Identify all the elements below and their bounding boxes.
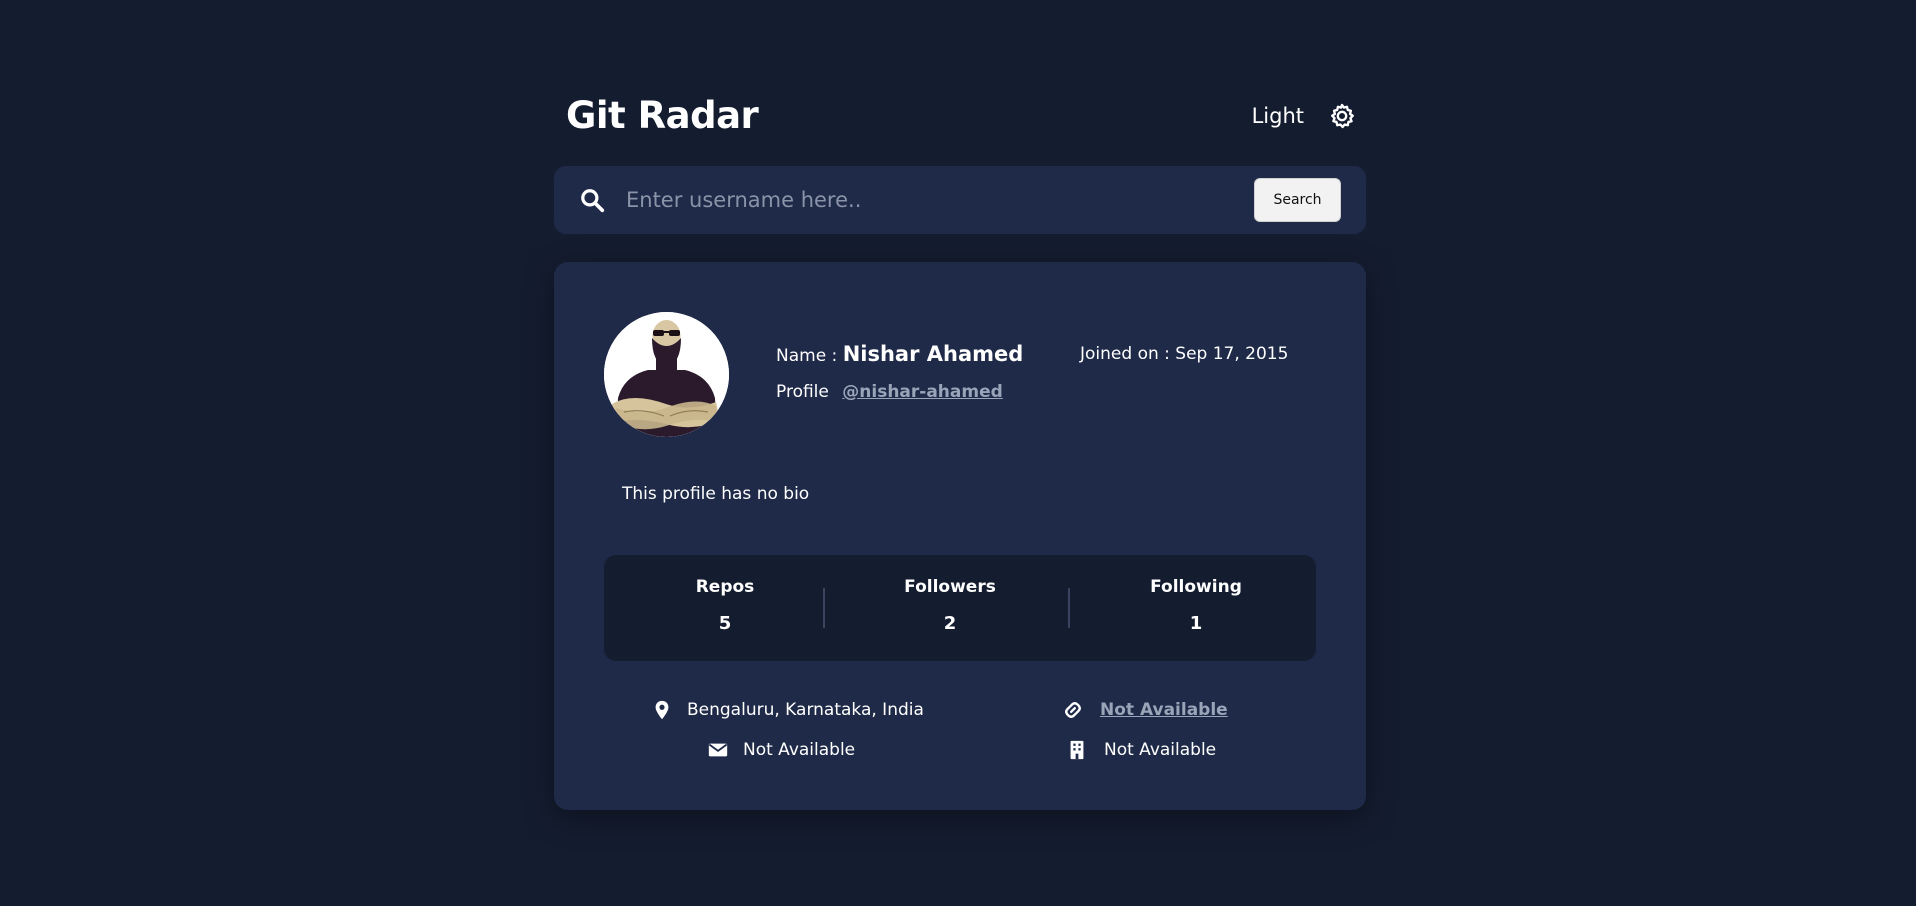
theme-toggle-label: Light xyxy=(1251,104,1304,128)
stat-followers: Followers 2 xyxy=(880,577,1020,634)
header: Git Radar Light xyxy=(554,92,1366,144)
stat-label: Following xyxy=(1150,577,1242,597)
profile-row: Profile @nishar-ahamed xyxy=(776,382,1003,402)
joined-value: Sep 17, 2015 xyxy=(1175,344,1289,364)
gear-icon xyxy=(1328,102,1356,130)
stat-following: Following 1 xyxy=(1126,577,1266,634)
app-logo: Git Radar xyxy=(566,94,759,137)
stat-label: Followers xyxy=(904,577,996,597)
stat-value: 5 xyxy=(718,613,732,634)
user-bio: This profile has no bio xyxy=(622,484,810,504)
building-icon xyxy=(1066,739,1088,761)
profile-card: Name : Nishar Ahamed Profile @nishar-aha… xyxy=(554,262,1366,810)
profile-handle-link[interactable]: @nishar-ahamed xyxy=(842,382,1003,402)
name-label: Name : xyxy=(776,346,838,366)
location-text: Bengaluru, Karnataka, India xyxy=(687,700,924,720)
link-icon xyxy=(1062,699,1084,721)
stat-value: 1 xyxy=(1189,613,1203,634)
location-info: Bengaluru, Karnataka, India xyxy=(651,699,924,721)
website-link[interactable]: Not Available xyxy=(1100,700,1228,720)
website-info: Not Available xyxy=(1062,699,1228,721)
stat-value: 2 xyxy=(943,613,957,634)
company-text: Not Available xyxy=(1104,740,1217,760)
stat-divider xyxy=(823,588,825,628)
profile-label: Profile xyxy=(776,382,829,402)
map-pin-icon xyxy=(651,699,673,721)
email-text: Not Available xyxy=(743,740,856,760)
name-row: Name : Nishar Ahamed xyxy=(776,342,1023,366)
avatar xyxy=(604,312,729,437)
search-button[interactable]: Search xyxy=(1254,178,1341,222)
company-info: Not Available xyxy=(1066,739,1216,761)
theme-toggle[interactable]: Light xyxy=(1252,102,1356,130)
joined-date: Joined on : Sep 17, 2015 xyxy=(1080,344,1288,364)
search-input[interactable] xyxy=(626,180,1226,220)
user-name: Nishar Ahamed xyxy=(842,342,1024,366)
envelope-icon xyxy=(707,739,729,761)
stat-repos: Repos 5 xyxy=(666,577,784,634)
email-info: Not Available xyxy=(707,739,855,761)
stats-panel: Repos 5 Followers 2 Following 1 xyxy=(604,555,1316,661)
stat-label: Repos xyxy=(695,577,755,597)
stat-divider xyxy=(1068,588,1070,628)
search-bar: Search xyxy=(554,166,1366,234)
joined-label: Joined on : xyxy=(1080,344,1170,364)
